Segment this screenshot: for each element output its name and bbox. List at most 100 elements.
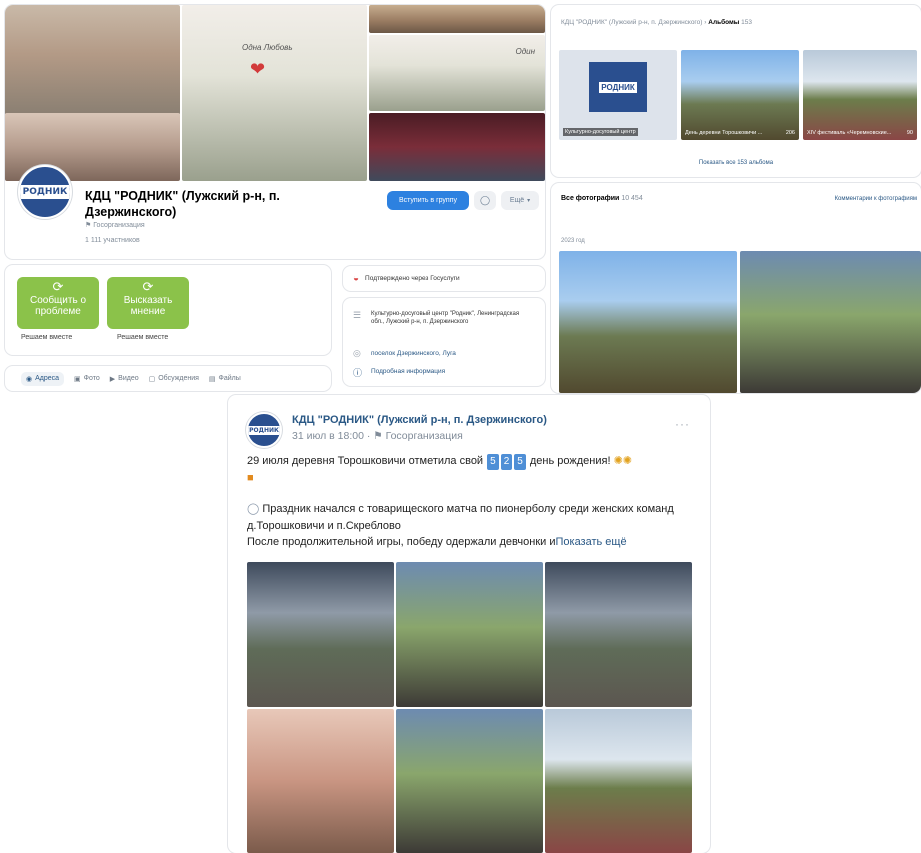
heart-decoration: ❤	[250, 59, 266, 79]
video-icon: ▶	[109, 375, 116, 383]
post-photo-2[interactable]	[396, 562, 543, 707]
cover-banner-text-right: Один	[515, 47, 536, 56]
all-photos-count: 10 454	[621, 195, 643, 202]
breadcrumb-albums: Альбомы	[708, 19, 740, 26]
cover-photo-1	[5, 5, 180, 115]
report-label: Сообщить о проблеме	[29, 294, 86, 318]
album-3-count: 90	[906, 130, 913, 136]
post-author-name[interactable]: КДЦ "РОДНИК" (Лужский р-н, п. Дзержинско…	[292, 414, 547, 426]
gosuslugi-label: Подтверждено через Госуслуги	[365, 275, 460, 282]
album-1-title: Культурно-досуговый центр	[563, 128, 638, 136]
pin-icon: ◉	[26, 375, 33, 383]
file-icon: ▤	[208, 375, 216, 383]
tab-discussions-label: Обсуждения	[158, 375, 199, 382]
breadcrumb-group[interactable]: КДЦ "РОДНИК" (Лужский р-н, п. Дзержинско…	[561, 19, 702, 26]
more-label: Ещё	[509, 197, 525, 204]
post-meta: 31 июл в 18:00 · ⚑ Госорганизация	[292, 430, 463, 442]
post-photo-4[interactable]	[247, 709, 394, 853]
post-line-1-end: день рождения!	[529, 455, 611, 467]
more-button[interactable]: Ещё ▾	[501, 191, 539, 210]
post-avatar-text: РОДНИК	[248, 425, 280, 435]
message-button[interactable]: ◯	[474, 191, 496, 210]
tab-files-label: Файлы	[218, 375, 241, 382]
chevron-down-icon: ▾	[527, 198, 531, 204]
flag-icon: ⚑	[85, 222, 92, 229]
digit-5b-emoji: 5	[514, 454, 526, 470]
gosuslugi-card[interactable]: ◒ Подтверждено через Госуслуги	[343, 266, 545, 291]
breadcrumb: КДЦ "РОДНИК" (Лужский р-н, п. Дзержинско…	[561, 19, 752, 26]
post-photo-3[interactable]	[545, 562, 692, 707]
tab-addresses-label: Адреса	[35, 375, 60, 382]
tab-videos[interactable]: ▶ Видео	[110, 375, 139, 383]
details-link[interactable]: Подробная информация	[371, 368, 445, 375]
tab-addresses[interactable]: ◉ Адреса	[21, 371, 65, 386]
post-photo-5[interactable]	[396, 709, 543, 853]
show-more-link[interactable]: Показать ещё	[555, 536, 626, 548]
cover-photo-2: Одна Любовь ❤	[182, 5, 367, 181]
cover-photo-6	[369, 113, 545, 181]
group-members[interactable]: 1 111 участников	[85, 237, 140, 244]
album-2[interactable]: День деревни Торошковичи ... 206	[681, 50, 799, 140]
breadcrumb-separator: ›	[704, 19, 707, 26]
opinion-icon: ⟳	[142, 279, 154, 294]
album-1-logo: РОДНИК	[589, 62, 647, 112]
post-line-1-start: 29 июля деревня Торошковичи отметила сво…	[247, 455, 484, 467]
flag-icon: ⚑	[373, 430, 383, 442]
album-3[interactable]: XIV фестиваль «Черемновские... 90	[803, 50, 917, 140]
album-1[interactable]: РОДНИК Культурно-досуговый центр	[559, 50, 677, 140]
all-photos-title: Все фотографии	[561, 195, 620, 202]
post-author-avatar[interactable]: РОДНИК	[246, 412, 282, 448]
post-line-1: 29 июля деревня Торошковичи отметила сво…	[247, 453, 699, 487]
join-group-button[interactable]: Вступить в группу	[387, 191, 469, 210]
all-photos-card: Все фотографии 10 454 Комментарии к фото…	[551, 183, 921, 393]
tab-photos[interactable]: ▣ Фото	[74, 375, 100, 383]
info-card: ☰ Культурно-досуговый центр "Родник", Ле…	[343, 298, 545, 386]
group-header-card: Одна Любовь ❤ Один РОДНИК КДЦ "РОДНИК" (…	[5, 5, 545, 259]
cover-photo-4: Один	[369, 35, 545, 111]
gosuslugi-icon: ◒	[353, 273, 360, 284]
photo-2023-2[interactable]	[740, 251, 921, 393]
post-date[interactable]: 31 июл в 18:00	[292, 430, 364, 442]
cover-photo-3	[369, 5, 545, 33]
info-icon: ⓘ	[353, 368, 363, 378]
photos-year: 2023 год	[561, 238, 585, 244]
party-emoji-icon: ✺✺	[613, 455, 633, 467]
digit-5-emoji: 5	[487, 454, 499, 470]
report-icon: ⟳	[52, 279, 64, 294]
location-icon: ◎	[353, 348, 361, 358]
album-2-title: День деревни Торошковичи ...	[685, 130, 763, 136]
post-photo-6[interactable]	[545, 709, 692, 853]
post-paragraph-1-text: Праздник начался с товарищеского матча п…	[247, 503, 674, 533]
report-problem-button[interactable]: ⟳ Сообщить о проблеме	[17, 277, 99, 329]
albums-count: 153	[741, 19, 752, 26]
album-3-title: XIV фестиваль «Черемновские...	[807, 130, 892, 136]
photo-comments-link[interactable]: Комментарии к фотографиям	[835, 196, 917, 202]
group-type-label: Госорганизация	[93, 222, 145, 229]
tab-videos-label: Видео	[118, 375, 139, 382]
album-2-count: 206	[785, 130, 795, 136]
tab-files[interactable]: ▤ Файлы	[209, 375, 241, 383]
gift-emoji-icon: ■	[247, 472, 254, 485]
report-caption: Решаем вместе	[21, 334, 73, 341]
post-paragraph-2: После продолжительной игры, победу одерж…	[247, 534, 699, 551]
location-link[interactable]: поселок Дзержинского, Луга	[371, 350, 456, 357]
all-photos-header: Все фотографии 10 454	[561, 195, 643, 202]
message-icon: ◯	[479, 195, 491, 205]
post-paragraph-2-text: После продолжительной игры, победу одерж…	[247, 536, 556, 548]
opinion-caption: Решаем вместе	[117, 334, 169, 341]
show-all-albums-link[interactable]: Показать все 153 альбома	[551, 160, 921, 166]
group-title: КДЦ "РОДНИК" (Лужский р-н, п. Дзержинско…	[85, 189, 280, 219]
group-type: ⚑ Госорганизация	[85, 221, 145, 229]
tab-photos-label: Фото	[83, 375, 100, 382]
albums-card: КДЦ "РОДНИК" (Лужский р-н, п. Дзержинско…	[551, 5, 921, 177]
photo-icon: ▣	[74, 375, 81, 383]
photo-2023-1[interactable]	[559, 251, 737, 393]
group-avatar[interactable]: РОДНИК	[18, 165, 72, 219]
post-photo-1[interactable]	[247, 562, 394, 707]
actions-card: ⟳ Сообщить о проблеме Решаем вместе ⟳ Вы…	[5, 265, 331, 355]
give-opinion-button[interactable]: ⟳ Высказать мнение	[107, 277, 189, 329]
tab-discussions[interactable]: ▢ Обсуждения	[149, 375, 199, 383]
post-menu-button[interactable]: ···	[675, 417, 690, 431]
chat-icon: ▢	[148, 375, 156, 383]
description-icon: ☰	[353, 310, 362, 320]
